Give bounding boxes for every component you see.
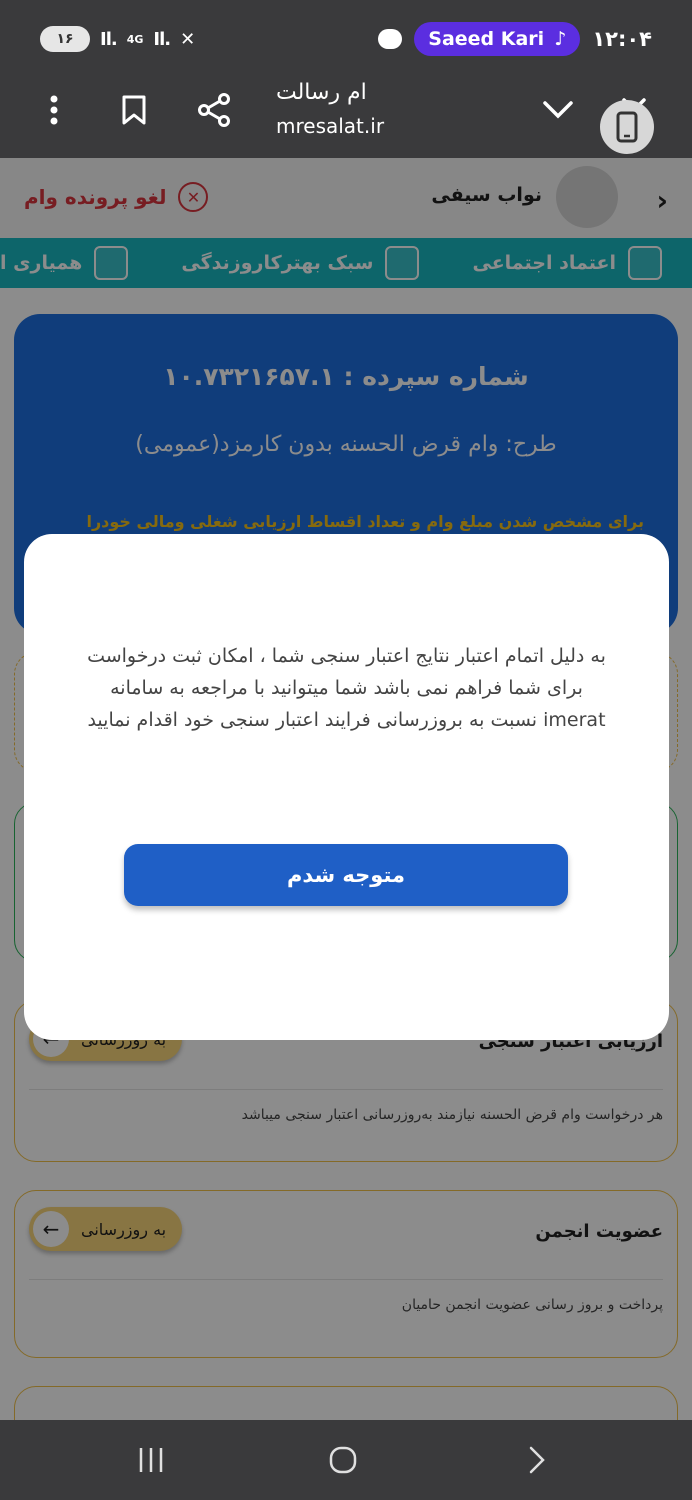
back-icon[interactable] — [512, 1440, 562, 1480]
now-playing-pill[interactable]: Saeed Kari ♪ — [414, 22, 581, 56]
battery-indicator: ۱۶ — [40, 26, 90, 52]
home-icon[interactable] — [318, 1440, 368, 1480]
confirm-button[interactable]: متوجه شدم — [124, 844, 568, 906]
chat-bubble-icon — [378, 29, 403, 49]
page-title: ام رسالت — [276, 80, 367, 105]
rotate-screen-button[interactable] — [600, 100, 654, 154]
more-vert-icon[interactable] — [32, 88, 76, 132]
signal-icon-2: Il. — [153, 28, 171, 50]
recent-apps-icon[interactable] — [126, 1440, 176, 1480]
alert-dialog: به دلیل اتمام اعتبار نتایج اعتبار سنجی ش… — [24, 534, 669, 1040]
music-note-icon: ♪ — [554, 28, 567, 50]
network-type: 4G — [126, 32, 144, 46]
clock: ۱۲:۰۴ — [592, 27, 652, 51]
signal-icon: Il. — [100, 28, 118, 50]
status-bar: ۱۶ Il. 4G Il. ✕ Saeed Kari ♪ ۱۲:۰۴ — [0, 0, 692, 78]
pill-label: Saeed Kari — [428, 28, 545, 50]
bookmark-icon[interactable] — [112, 88, 156, 132]
rotate-screen-icon — [616, 111, 638, 143]
status-right: Saeed Kari ♪ ۱۲:۰۴ — [378, 22, 652, 56]
dialog-message: به دلیل اتمام اعتبار نتایج اعتبار سنجی ش… — [87, 645, 606, 731]
share-icon[interactable] — [192, 88, 236, 132]
browser-toolbar: ام رسالت mresalat.ir — [0, 78, 692, 158]
system-nav-bar — [0, 1420, 692, 1500]
chevron-down-icon[interactable] — [536, 88, 580, 132]
status-left: ۱۶ Il. 4G Il. ✕ — [40, 26, 195, 52]
url-text[interactable]: mresalat.ir — [276, 114, 384, 138]
mute-icon: ✕ — [180, 28, 195, 50]
